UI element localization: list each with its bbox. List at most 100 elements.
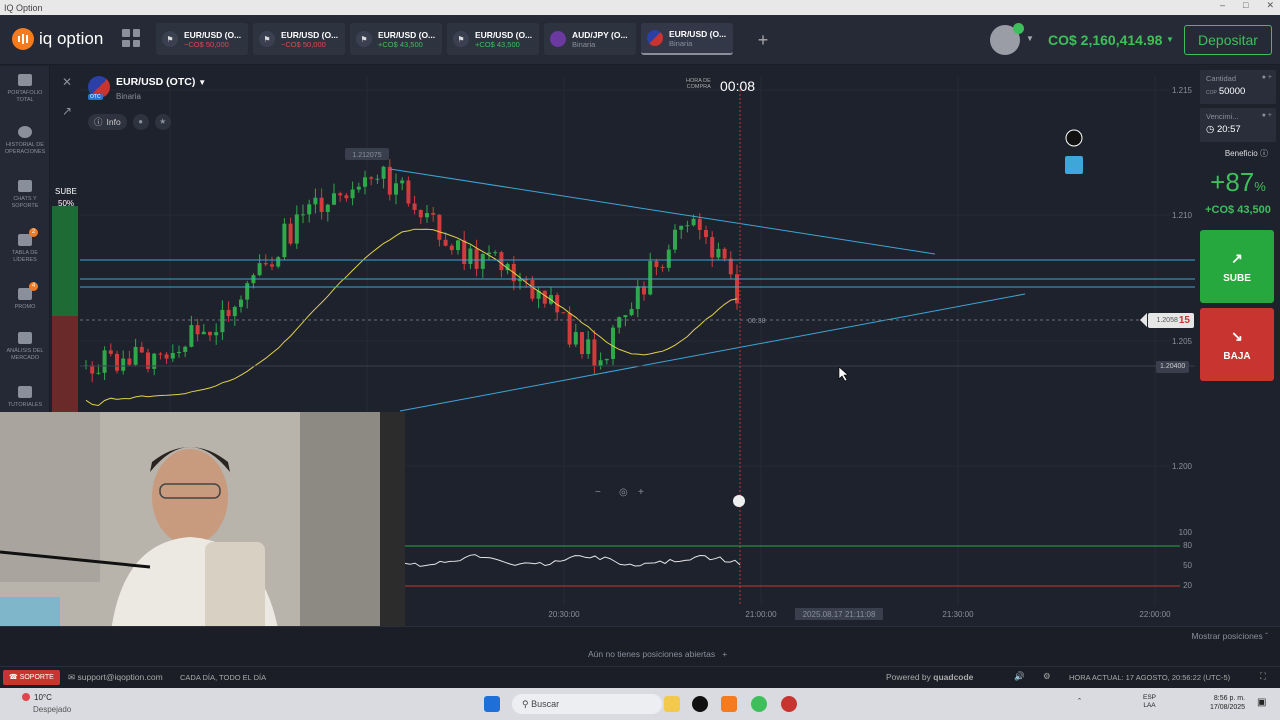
star-icon[interactable]: ★ (154, 114, 171, 130)
chevron-down-icon[interactable]: ▼ (1166, 35, 1174, 44)
chevron-down-icon[interactable]: ▼ (1026, 34, 1034, 43)
no-positions-text: Aún no tienes posiciones abiertas (588, 649, 716, 659)
profit-amount: +CO$ 43,500 (1205, 204, 1271, 216)
expiry-stepper[interactable]: ● + (1262, 112, 1272, 119)
info-icon: ⓘ (94, 117, 103, 127)
time-axis-label: 20:30:00 (548, 610, 580, 619)
asset-tab[interactable]: ⚑ EUR/USD (O... +CO$ 43,500 (350, 23, 442, 55)
asset-tab[interactable]: ⚑ EUR/USD (O... −CO$ 50,000 (253, 23, 345, 55)
candle-body (338, 193, 343, 196)
minimize-icon[interactable]: – (1220, 0, 1225, 11)
amount-field[interactable]: Cantidad COP 50000 ● + (1200, 70, 1276, 104)
maximize-icon[interactable]: □ (1243, 0, 1248, 11)
search-icon: ⚲ (522, 699, 529, 709)
current-time: HORA ACTUAL: 17 AGOSTO, 20:56:22 (UTC-5) (1069, 673, 1231, 682)
timer-drag-icon[interactable] (733, 495, 745, 507)
weather-desc: Despejado (33, 705, 72, 714)
close-icon[interactable]: ✕ (1266, 0, 1274, 11)
support-email[interactable]: ✉ support@iqoption.com (68, 672, 163, 683)
system-clock[interactable]: 8:56 p. m. 17/08/2025 (1210, 694, 1245, 712)
asset-header[interactable]: OTC EUR/USD (OTC) ▼ Binaria (88, 76, 206, 101)
candle-body (369, 177, 374, 179)
trendline-lower[interactable] (399, 293, 1026, 412)
amount-value: 50000 (1218, 86, 1246, 97)
sidebar-item-label: HISTORIAL DE OPERACIONES (4, 142, 46, 155)
sidebar-item-analysis[interactable]: ANÁLISIS DEL MERCADO (0, 332, 50, 362)
oscillator-axis-label: 20 (1183, 581, 1192, 590)
logo[interactable]: iq option (12, 28, 103, 50)
flag-icon: ⚑ (259, 31, 275, 47)
sidebar-item-portfolio[interactable]: PORTAFOLIO TOTAL (0, 74, 50, 104)
asset-tab-active[interactable]: EUR/USD (O... Binaria (641, 23, 733, 55)
candle-body (542, 290, 547, 304)
sentiment-down-bar (52, 316, 78, 412)
asset-tab[interactable]: AUD/JPY (O... Binaria (544, 23, 636, 55)
email-text: support@iqoption.com (77, 672, 163, 682)
apps-grid-icon[interactable] (122, 29, 140, 47)
bell-icon[interactable]: ● (132, 114, 149, 130)
sidebar-item-tutorials[interactable]: TUTORIALES (0, 386, 50, 409)
language-indicator[interactable]: ESP LAA (1143, 694, 1156, 710)
trendline-upper[interactable] (389, 168, 936, 255)
balance[interactable]: CO$ 2,160,414.98 (1048, 32, 1162, 48)
app-icon[interactable] (692, 696, 708, 712)
sidebar-item-leaders[interactable]: 2 TABLA DE LÍDERES (0, 228, 50, 264)
chrome-icon[interactable] (751, 696, 767, 712)
sidebar-item-history[interactable]: HISTORIAL DE OPERACIONES (0, 126, 50, 156)
put-button[interactable]: ↘ BAJA (1200, 308, 1274, 381)
file-explorer-icon[interactable] (664, 696, 680, 712)
zoom-out-button[interactable]: − (595, 487, 601, 498)
windows-start-icon[interactable] (484, 696, 500, 712)
sidebar: PORTAFOLIO TOTAL HISTORIAL DE OPERACIONE… (0, 66, 50, 416)
recorder-icon[interactable] (781, 696, 797, 712)
sidebar-item-promo[interactable]: 4 PROMO (0, 282, 50, 311)
candle-body (480, 254, 485, 269)
close-icon[interactable]: ✕ (58, 73, 76, 91)
avatar[interactable] (990, 23, 1024, 55)
info-button[interactable]: ⓘ Info (88, 114, 127, 130)
volume-icon[interactable]: 🔊 (1014, 671, 1025, 682)
iq-option-app-icon[interactable] (721, 696, 737, 712)
call-button[interactable]: ↗ SUBE (1200, 230, 1274, 303)
weather-icon[interactable] (22, 693, 30, 701)
tab-pair: EUR/USD (O... (184, 29, 242, 40)
sentiment-value: 50% (58, 199, 75, 208)
alert-price-tag[interactable]: 1.20400 (1156, 361, 1190, 373)
expand-icon[interactable]: ↗ (58, 102, 76, 120)
compra-label: COMPRA (686, 84, 711, 90)
zoom-reset-button[interactable]: ◎ (619, 487, 628, 498)
chevron-up-icon[interactable]: ˆ (1078, 697, 1081, 707)
pen-tool-icon[interactable] (1065, 129, 1083, 147)
candle-body (592, 339, 597, 366)
asset-tab[interactable]: ⚑ EUR/USD (O... +CO$ 43,500 (447, 23, 539, 55)
candle-body (710, 237, 715, 258)
candle-body (468, 248, 473, 264)
search-input[interactable]: ⚲ Buscar (512, 694, 662, 714)
candle-body (716, 248, 721, 258)
candle-body (487, 252, 491, 255)
sidebar-item-chats[interactable]: CHATS Y SOPORTE (0, 180, 50, 210)
add-tab-button[interactable]: + (752, 31, 774, 53)
gear-icon[interactable]: ⚙ (1043, 671, 1051, 682)
support-button[interactable]: ☎ SOPORTE (3, 670, 60, 685)
drawing-tool-icon[interactable] (1065, 156, 1083, 174)
sidebar-item-label: PORTAFOLIO TOTAL (7, 90, 43, 103)
candle-body (164, 354, 169, 359)
deposit-button[interactable]: Depositar (1184, 25, 1272, 55)
notifications-icon[interactable]: ▣ (1257, 697, 1266, 708)
graduation-icon (18, 386, 32, 398)
asset-tab[interactable]: ⚑ EUR/USD (O... −CO$ 50,000 (156, 23, 248, 55)
zoom-in-button[interactable]: + (638, 487, 644, 498)
fullscreen-icon[interactable]: ⛶ (1260, 671, 1266, 682)
weather-temp[interactable]: 10°C (34, 693, 52, 702)
asset-actions: ⓘ Info ● ★ (88, 114, 171, 130)
expiry-field[interactable]: Vencimi... ◷ 20:57 ● + (1200, 108, 1276, 142)
candle-body (456, 240, 460, 251)
add-icon[interactable]: + (722, 649, 727, 659)
candle-body (431, 213, 436, 215)
amount-stepper[interactable]: ● + (1262, 74, 1272, 81)
info-icon: ⓘ (1260, 149, 1268, 158)
show-positions-button[interactable]: Mostrar posiciones ˆ (1191, 631, 1268, 641)
asset-flag-icon: OTC (88, 76, 110, 100)
candle-body (375, 178, 380, 180)
